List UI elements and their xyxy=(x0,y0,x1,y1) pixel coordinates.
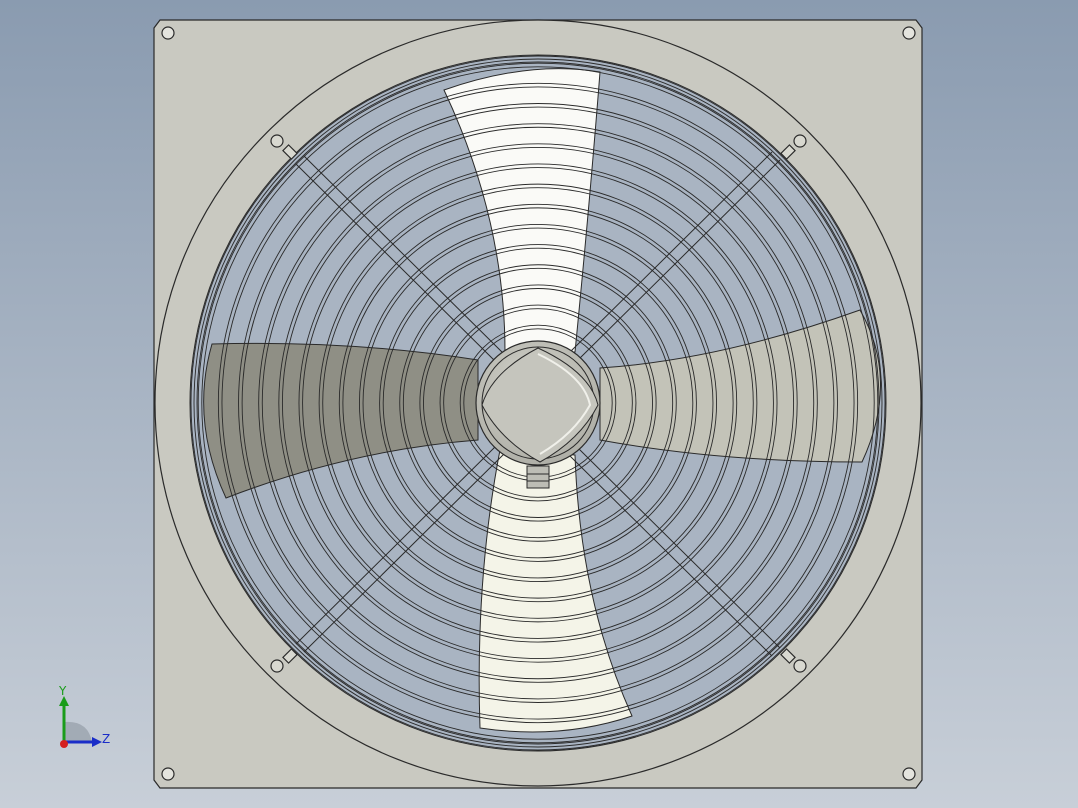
guard-mount-bolt xyxy=(270,659,284,673)
y-axis-label: Y xyxy=(59,684,67,698)
corner-hole xyxy=(902,26,916,40)
guard-mount-bolt xyxy=(793,659,807,673)
cad-model-view[interactable] xyxy=(0,0,1078,808)
guard-mount-bolt xyxy=(793,134,807,148)
corner-hole xyxy=(161,767,175,781)
triad-shadow xyxy=(64,721,92,742)
orientation-triad[interactable]: Y Z xyxy=(48,684,118,754)
guard-mount-bolt xyxy=(270,134,284,148)
corner-hole xyxy=(902,767,916,781)
corner-hole xyxy=(161,26,175,40)
graphics-viewport[interactable]: Y Z xyxy=(0,0,1078,808)
z-axis-arrowhead xyxy=(92,737,102,747)
z-axis-label: Z xyxy=(102,732,111,746)
terminal-box xyxy=(526,465,550,489)
x-axis-dot xyxy=(60,740,68,748)
